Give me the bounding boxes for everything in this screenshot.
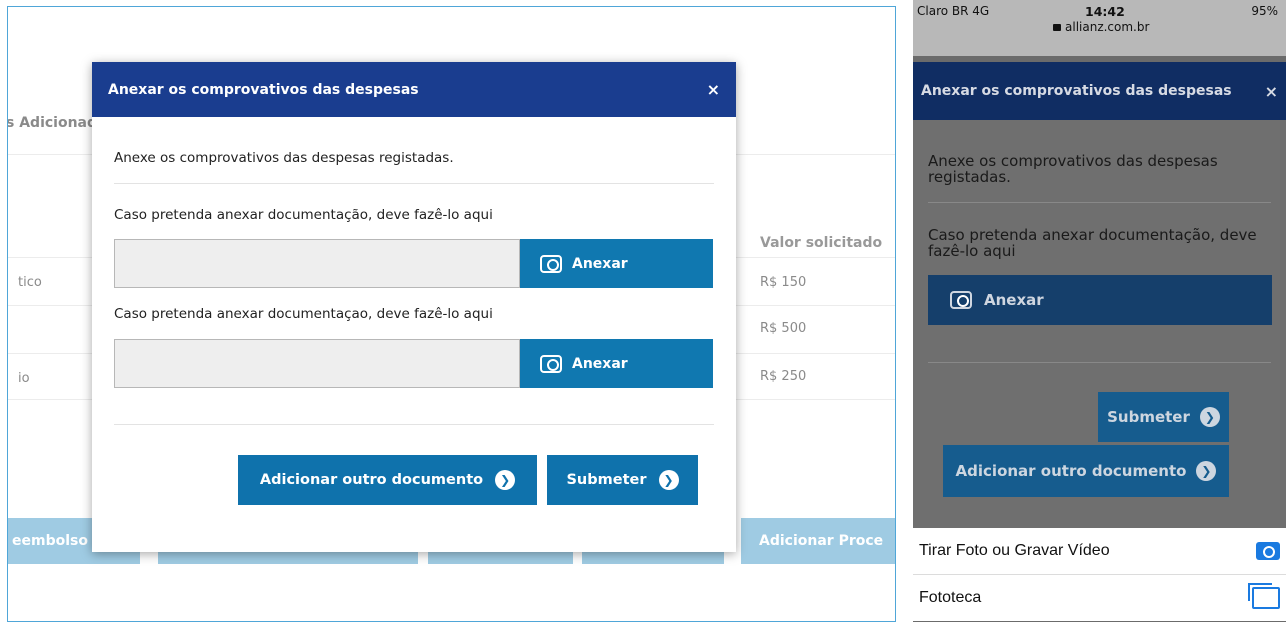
attach-label-1: Caso pretenda anexar documentação, deve …: [114, 207, 493, 223]
table-cell-value: R$ 250: [760, 369, 807, 384]
attach-button-label: Anexar: [572, 355, 628, 372]
modal-intro-text: Anexe os comprovativos das despesas regi…: [114, 150, 454, 166]
mobile-attach-label-text: Anexar: [984, 291, 1044, 309]
camera-icon: [1256, 542, 1280, 560]
camera-icon: [950, 291, 972, 309]
background-section-heading: s Adicionad: [7, 115, 98, 131]
table-row-label: io: [18, 371, 30, 386]
adicionar-procedimento-label: Adicionar Proce: [759, 533, 884, 549]
photo-library-label: Fototeca: [919, 589, 982, 606]
take-photo-label: Tirar Foto ou Gravar Vídeo: [919, 542, 1110, 559]
mobile-add-another-document-label: Adicionar outro documento: [955, 462, 1187, 480]
mobile-submit-label: Submeter: [1107, 408, 1190, 426]
submit-button[interactable]: Submeter ❯: [547, 455, 698, 505]
reembolso-label: eembolso: [12, 533, 88, 549]
attach-label-2: Caso pretenda anexar documentaçao, deve …: [114, 306, 493, 322]
mobile-screenshot: Claro BR 4G 14:42 95% allianz.com.br Ane…: [913, 0, 1286, 622]
table-row-label: tico: [18, 275, 42, 290]
valor-solicitado-header: Valor solicitado: [760, 235, 883, 251]
adicionar-procedimento-button[interactable]: Adicionar Proce: [741, 518, 895, 564]
mobile-divider: [928, 202, 1271, 203]
modal-divider: [114, 424, 714, 425]
attach-button-2[interactable]: Anexar: [520, 339, 713, 388]
close-icon[interactable]: ×: [1265, 82, 1278, 101]
mobile-intro-text: Anexe os comprovativos das despesas regi…: [928, 152, 1218, 186]
photo-library-option[interactable]: Fototeca: [913, 575, 1286, 621]
modal-divider: [114, 183, 714, 184]
desktop-screenshot: s Adicionad Valor solicitado tico R$ 150…: [7, 6, 896, 622]
close-icon[interactable]: ×: [707, 80, 720, 99]
take-photo-option[interactable]: Tirar Foto ou Gravar Vídeo: [913, 528, 1286, 574]
carrier-label: Claro BR 4G: [917, 4, 990, 18]
photo-library-icon: [1248, 583, 1280, 609]
file-input-2[interactable]: [114, 339, 520, 388]
mobile-modal-body: Anexe os comprovativos das despesas regi…: [913, 120, 1286, 530]
table-cell-value: R$ 150: [760, 275, 807, 290]
mobile-modal-title: Anexar os comprovativos das despesas: [921, 83, 1232, 99]
attach-receipts-modal: Anexar os comprovativos das despesas × A…: [92, 62, 736, 552]
lock-icon: [1053, 24, 1061, 31]
mobile-submit-button[interactable]: Submeter ❯: [1098, 392, 1229, 442]
mobile-attach-button[interactable]: Anexar: [928, 275, 1272, 325]
add-another-document-button[interactable]: Adicionar outro documento ❯: [238, 455, 537, 505]
attach-button-1[interactable]: Anexar: [520, 239, 713, 288]
url-text: allianz.com.br: [1065, 20, 1150, 34]
chevron-right-icon: ❯: [1196, 461, 1217, 481]
modal-title: Anexar os comprovativos das despesas: [108, 81, 419, 98]
address-bar[interactable]: allianz.com.br: [1053, 20, 1149, 34]
table-cell-value: R$ 500: [760, 321, 807, 336]
clock: 14:42: [1085, 4, 1125, 19]
chevron-right-icon: ❯: [658, 470, 679, 490]
chevron-right-icon: ❯: [1199, 407, 1220, 427]
file-input-1[interactable]: [114, 239, 520, 288]
chevron-right-icon: ❯: [495, 470, 516, 490]
camera-icon: [540, 354, 562, 373]
camera-icon: [540, 254, 562, 273]
mobile-attach-label: Caso pretenda anexar documentação, deve …: [928, 226, 1257, 260]
submit-label: Submeter: [566, 472, 647, 488]
ios-status-bar: Claro BR 4G 14:42 95% allianz.com.br: [913, 0, 1286, 56]
mobile-divider: [928, 362, 1271, 363]
attach-button-label: Anexar: [572, 255, 628, 272]
battery-level: 95%: [1251, 4, 1278, 18]
mobile-add-another-document-button[interactable]: Adicionar outro documento ❯: [943, 445, 1229, 497]
add-another-document-label: Adicionar outro documento: [259, 472, 484, 488]
mobile-modal-header: Anexar os comprovativos das despesas ×: [913, 62, 1286, 120]
modal-header: Anexar os comprovativos das despesas ×: [92, 62, 736, 117]
